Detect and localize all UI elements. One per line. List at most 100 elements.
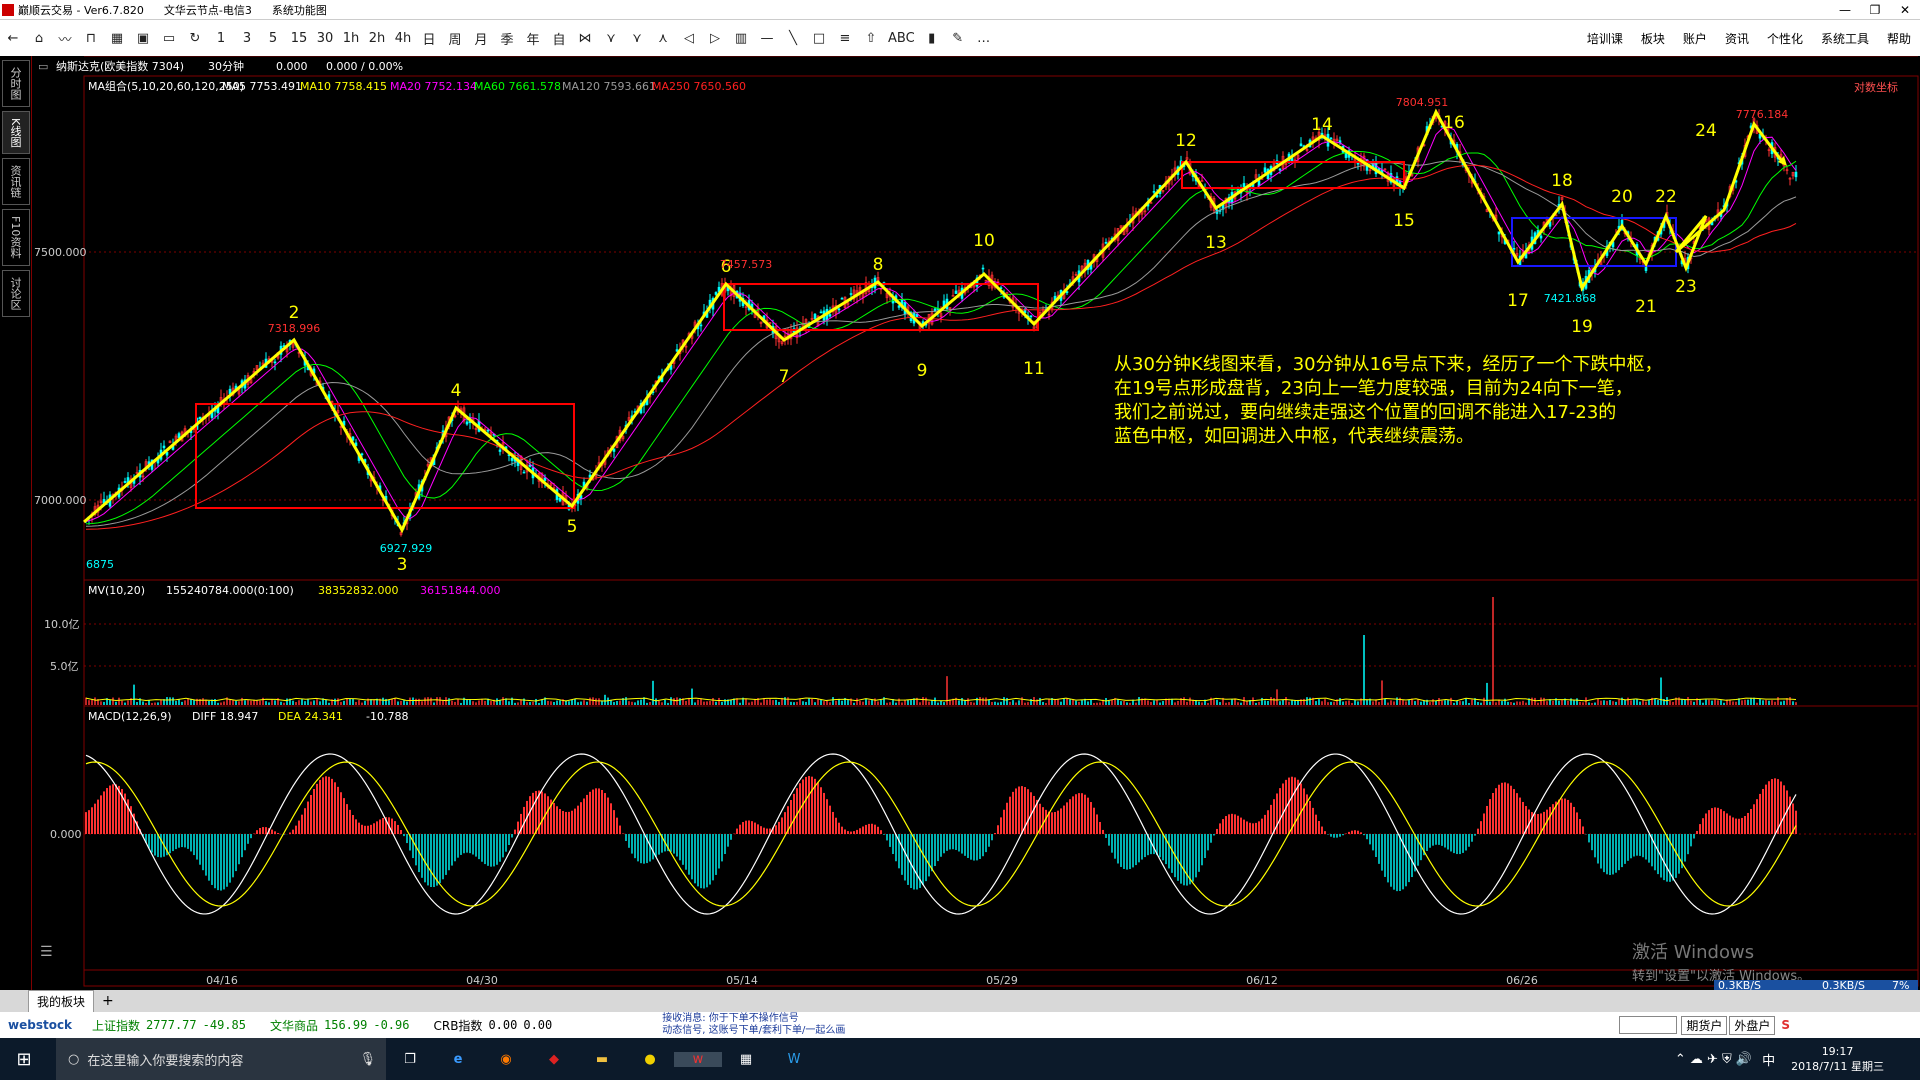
ma-legend-2: MA20 7752.134 — [390, 80, 477, 93]
side-tab-2[interactable]: 资讯链 — [2, 158, 30, 206]
menu-2[interactable]: 账户 — [1674, 30, 1716, 47]
toolbar-button-26[interactable]: ◁ — [676, 24, 702, 52]
candle-body — [1257, 180, 1261, 186]
toolbar-button-14[interactable]: 2h — [364, 24, 390, 52]
toolbar-button-19[interactable]: 季 — [494, 24, 520, 52]
toolbar-button-0[interactable]: ← — [0, 24, 26, 52]
news-line-1: 接收消息: 你于下单不操作信号 — [662, 1013, 799, 1024]
idx2-val: 156.99 — [324, 1018, 368, 1032]
toolbar-button-21[interactable]: 自 — [546, 24, 572, 52]
menu-5[interactable]: 系统工具 — [1812, 30, 1878, 47]
close-icon[interactable]: ✕ — [1890, 0, 1920, 20]
windows-start-icon[interactable]: ⊞ — [0, 1049, 48, 1070]
candle-body — [849, 293, 853, 295]
system-menu[interactable]: 系统功能图 — [272, 2, 327, 18]
toolbar-button-33[interactable]: ⇧ — [858, 24, 884, 52]
toolbar-button-9[interactable]: 3 — [234, 24, 260, 52]
futures-account-button[interactable]: 期货户 — [1681, 1015, 1728, 1035]
net-up: 0.3KB/S — [1822, 979, 1865, 990]
idx2-name[interactable]: 文华商品 — [270, 1017, 318, 1034]
toolbar-button-18[interactable]: 月 — [468, 24, 494, 52]
toolbar-button-8[interactable]: 1 — [208, 24, 234, 52]
toolbar-button-23[interactable]: ⋎ — [598, 24, 624, 52]
toolbar-button-4[interactable]: ▦ — [104, 24, 130, 52]
macd-zero-tick: 0.000 — [50, 828, 82, 841]
toolbar-button-36[interactable]: ✎ — [945, 24, 971, 52]
trading-app-icon[interactable]: w — [674, 1051, 722, 1067]
toolbar-button-3[interactable]: ⊓ — [78, 24, 104, 52]
calculator-icon[interactable]: ▦ — [722, 1052, 770, 1067]
toolbar-button-31[interactable]: □ — [806, 24, 832, 52]
wps-icon[interactable]: W — [770, 1052, 818, 1067]
foreign-account-button[interactable]: 外盘户 — [1729, 1015, 1776, 1035]
toolbar-button-20[interactable]: 年 — [520, 24, 546, 52]
toolbar-button-1[interactable]: ⌂ — [26, 24, 52, 52]
annotation-line-3: 蓝色中枢，如回调进入中枢，代表继续震荡。 — [1114, 426, 1474, 447]
taskbar: ⊞ ○ 在这里输入你要搜索的内容 🎙 ❐ e ◉ ◆ ▬ ● w ▦ W ⌃ ☁… — [0, 1038, 1920, 1080]
add-tab-icon[interactable]: + — [102, 993, 114, 1009]
minimize-icon[interactable]: — — [1830, 0, 1860, 20]
toolbar-button-6[interactable]: ▭ — [156, 24, 182, 52]
menu-3[interactable]: 资讯 — [1716, 30, 1758, 47]
period-selector[interactable]: 30分钟 — [208, 59, 244, 73]
toolbar-button-34[interactable]: ABC — [884, 24, 919, 52]
menu-1[interactable]: 板块 — [1632, 30, 1674, 47]
toolbar-button-11[interactable]: 15 — [286, 24, 312, 52]
toolbar-button-15[interactable]: 4h — [390, 24, 416, 52]
toolbar-button-13[interactable]: 1h — [338, 24, 364, 52]
price-label-1: 6927.929 — [380, 542, 433, 555]
task-view-icon[interactable]: ❐ — [386, 1052, 434, 1067]
idx3-name[interactable]: CRB指数 — [433, 1017, 482, 1034]
toolbar-button-25[interactable]: ⋏ — [650, 24, 676, 52]
browser-icon[interactable]: ◉ — [482, 1052, 530, 1067]
sogou-ime-icon[interactable]: S — [1781, 1018, 1790, 1032]
log-scale-label[interactable]: 对数坐标 — [1854, 80, 1898, 94]
toolbar-button-16[interactable]: 日 — [416, 24, 442, 52]
side-tab-0[interactable]: 分时图 — [2, 60, 30, 107]
wave-number-16: 16 — [1443, 113, 1465, 133]
toolbar-button-32[interactable]: ≡ — [832, 24, 858, 52]
toolbar-button-7[interactable]: ↻ — [182, 24, 208, 52]
toolbar-button-10[interactable]: 5 — [260, 24, 286, 52]
tab-my-sector[interactable]: 我的板块 — [28, 989, 95, 1013]
ime-indicator[interactable]: 中 — [1762, 1050, 1775, 1069]
side-tab-1[interactable]: K线图 — [2, 111, 30, 155]
list-icon[interactable]: ☰ — [40, 944, 53, 960]
webstock-logo: webstock — [8, 1018, 73, 1032]
toolbar-button-37[interactable]: … — [971, 24, 997, 52]
server-node[interactable]: 文华云节点-电信3 — [164, 2, 252, 18]
news-line-2: 动态信号, 这账号下单/套利下单/一起么画 — [662, 1025, 846, 1036]
toolbar-button-12[interactable]: 30 — [312, 24, 338, 52]
side-tab-4[interactable]: 讨论区 — [2, 269, 30, 317]
menu-4[interactable]: 个性化 — [1758, 30, 1812, 47]
toolbar-button-5[interactable]: ▣ — [130, 24, 156, 52]
chart-area[interactable]: ▭ 纳斯达克(欧美指数 7304) 30分钟 0.000 0.000 / 0.0… — [32, 55, 1920, 992]
app-icon-1[interactable]: ◆ — [530, 1052, 578, 1067]
toolbar-button-2[interactable]: 〰 — [52, 24, 78, 52]
title-bar: 巅顺云交易 - Ver6.7.820 文华云节点-电信3 系统功能图 — ❐ ✕ — [0, 0, 1920, 20]
toolbar-button-17[interactable]: 周 — [442, 24, 468, 52]
candle-body — [1539, 235, 1543, 239]
menu-6[interactable]: 帮助 — [1878, 30, 1920, 47]
toolbar-button-28[interactable]: ▥ — [728, 24, 754, 52]
clock[interactable]: 19:17 2018/7/11 星期三 — [1791, 1045, 1884, 1074]
edge-icon[interactable]: e — [434, 1052, 482, 1067]
toolbar-button-27[interactable]: ▷ — [702, 24, 728, 52]
idx1-name[interactable]: 上证指数 — [92, 1017, 140, 1034]
toolbar-button-29[interactable]: — — [754, 24, 780, 52]
code-input[interactable] — [1619, 1016, 1678, 1034]
side-tab-3[interactable]: F10资料 — [2, 209, 30, 266]
menu-0[interactable]: 培训课 — [1578, 30, 1632, 47]
svg-text:155240784.000(0:100): 155240784.000(0:100) — [166, 584, 294, 597]
news-ticker[interactable]: 接收消息: 你于下单不操作信号 动态信号, 这账号下单/套利下单/一起么画 — [662, 1013, 845, 1037]
restore-icon[interactable]: ❐ — [1860, 0, 1890, 20]
taskbar-search[interactable]: ○ 在这里输入你要搜索的内容 🎙 — [56, 1038, 386, 1080]
toolbar-button-30[interactable]: ╲ — [780, 24, 806, 52]
tray-icons[interactable]: ⌃ ☁ ✈ ⛨ 🔊 — [1675, 1052, 1752, 1067]
toolbar-button-24[interactable]: ⋎ — [624, 24, 650, 52]
app-icon-2[interactable]: ● — [626, 1052, 674, 1067]
toolbar-button-22[interactable]: ⋈ — [572, 24, 598, 52]
toolbar-button-35[interactable]: ▮ — [919, 24, 945, 52]
ma-legend[interactable]: MA组合(5,10,20,60,120,250)MA5 7753.491MA10… — [88, 79, 746, 93]
folder-icon[interactable]: ▬ — [578, 1052, 626, 1067]
